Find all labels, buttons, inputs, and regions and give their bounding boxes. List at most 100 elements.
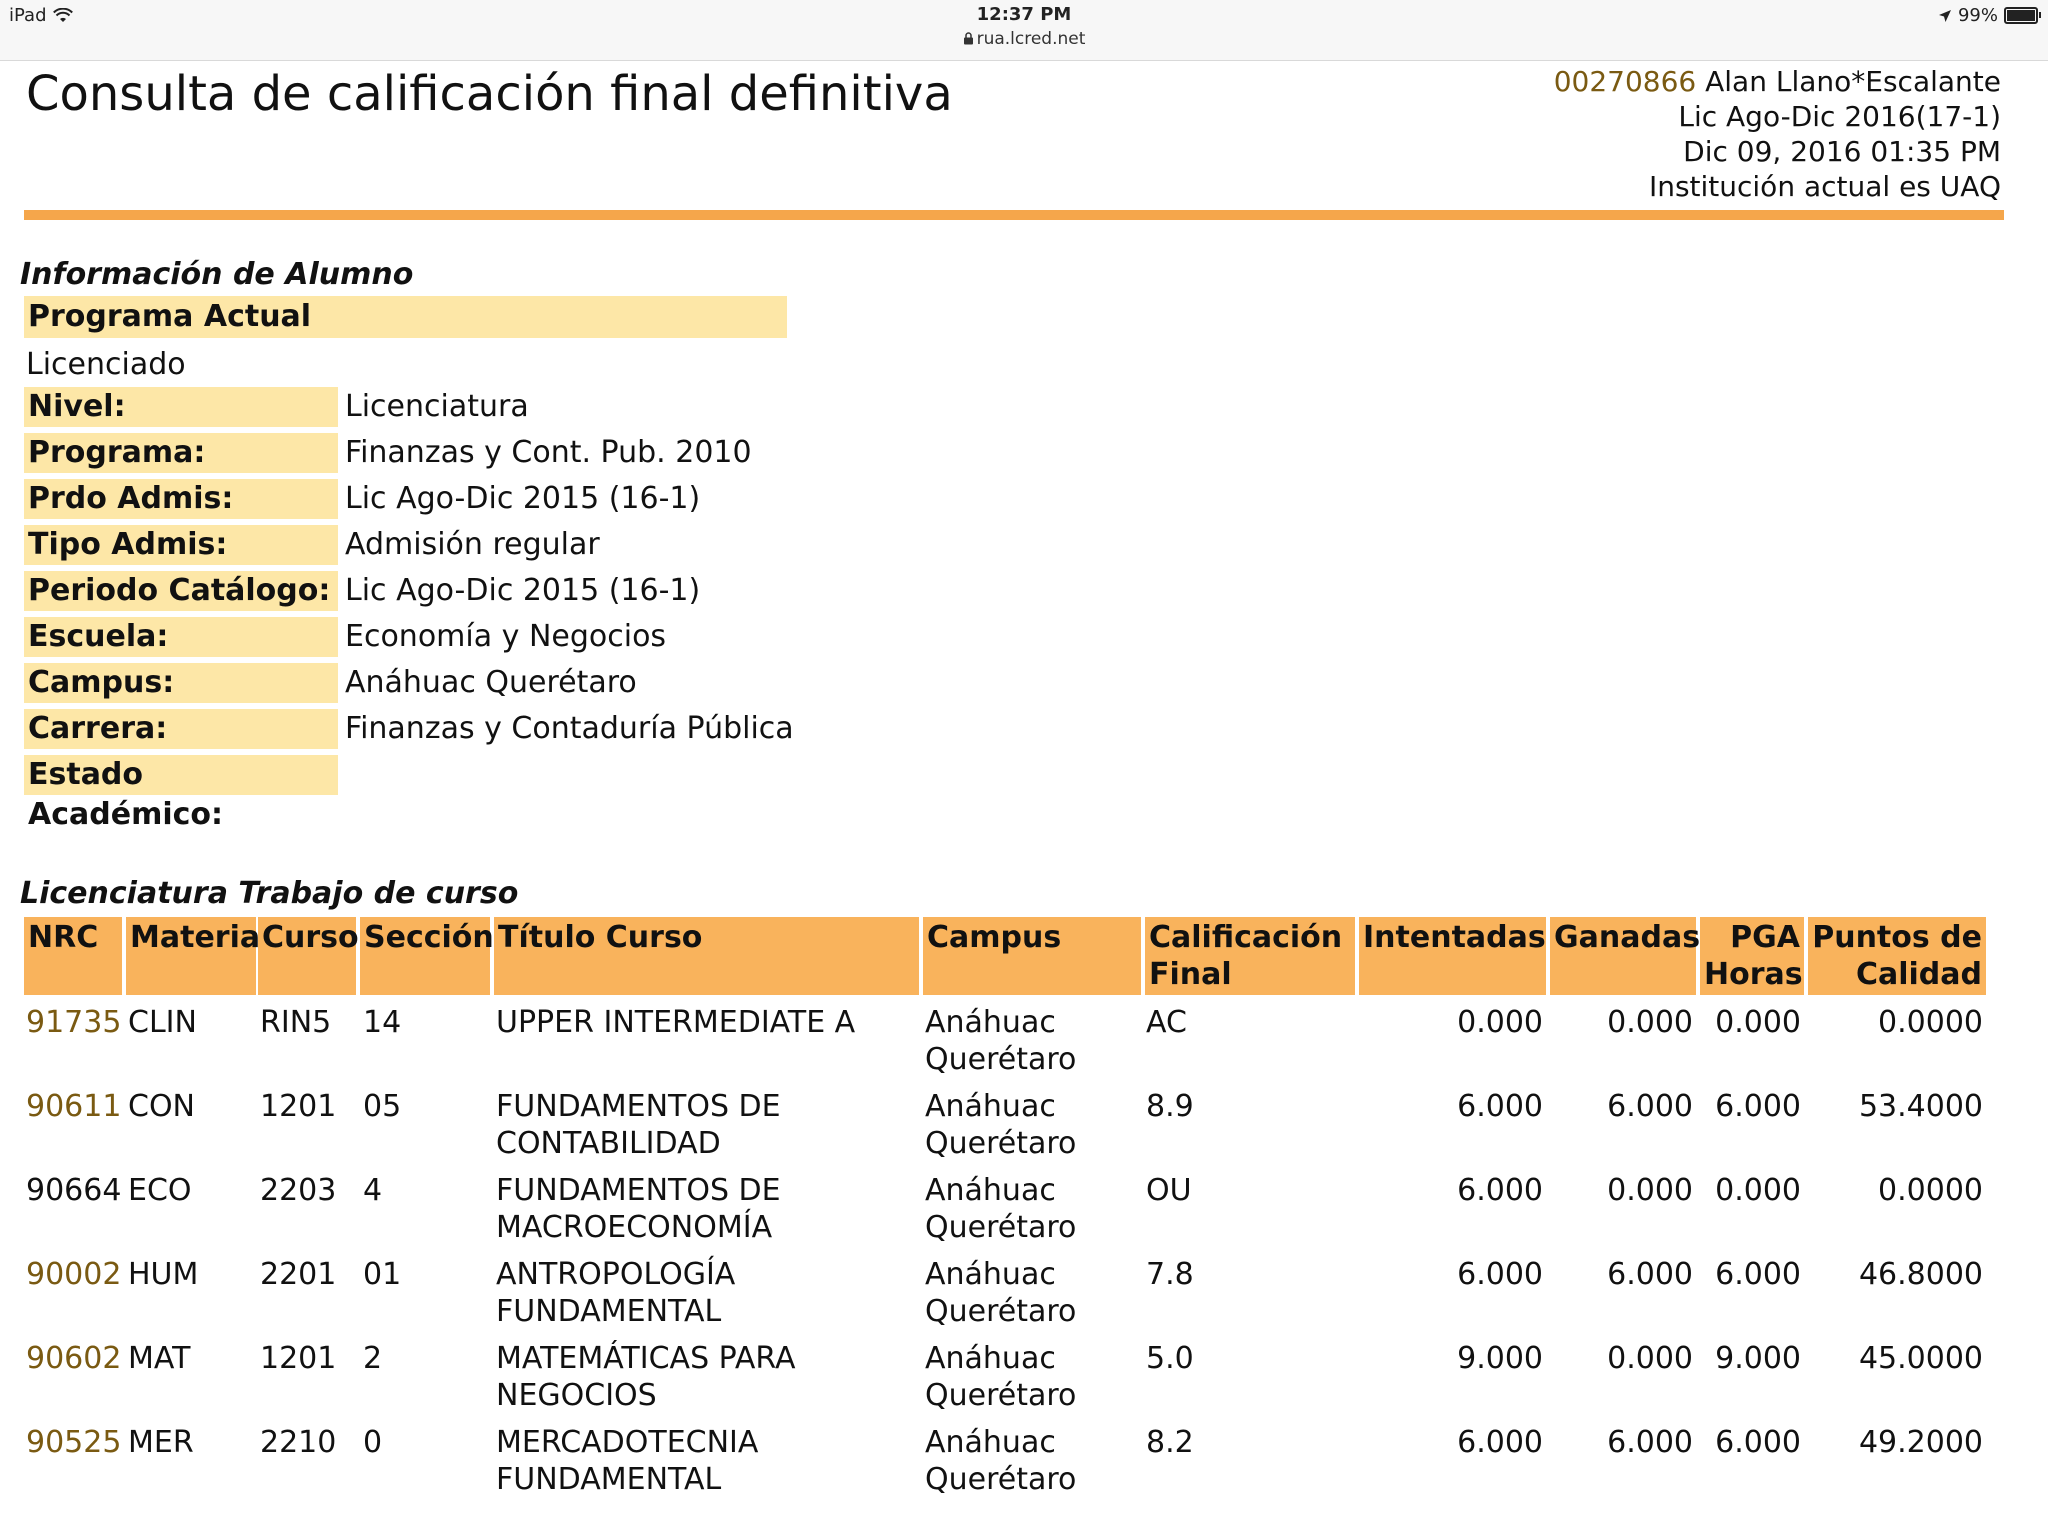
cell-titulo-line1: MATEMÁTICAS PARA: [496, 1341, 796, 1376]
nrc-link[interactable]: 90002: [26, 1256, 122, 1293]
address-bar[interactable]: rua.lcred.net: [0, 29, 2048, 49]
cell-titulo: FUNDAMENTOS DE CONTABILIDAD: [496, 1088, 916, 1162]
cell-titulo: UPPER INTERMEDIATE A: [496, 1004, 916, 1041]
cell-curso: 2203: [260, 1173, 337, 1208]
cell-campus-line1: Anáhuac: [925, 1341, 1056, 1376]
cell-intentadas: 0.000: [1457, 1005, 1543, 1040]
cell-seccion: 4: [363, 1173, 383, 1208]
cell-calificacion: 7.8: [1146, 1257, 1194, 1292]
cell-campus-line1: Anáhuac: [925, 1425, 1056, 1460]
cell-nrc: 90664: [26, 1173, 122, 1208]
cell-titulo-line1: ANTROPOLOGÍA: [496, 1257, 736, 1292]
cell-intentadas: 6.000: [1457, 1089, 1543, 1124]
status-right: 99%: [1938, 5, 2041, 26]
cell-campus: Anáhuac Querétaro: [925, 1004, 1141, 1078]
nrc-link[interactable]: 91735: [26, 1004, 122, 1041]
cell-puntos: 45.0000: [1858, 1341, 1983, 1376]
cell-puntos: 49.2000: [1858, 1425, 1983, 1460]
student-id: 00270866: [1553, 65, 1697, 98]
header-divider: [24, 210, 2004, 220]
cell-titulo-line1: FUNDAMENTOS DE: [496, 1089, 781, 1124]
institution-label: Institución actual es UAQ: [1648, 170, 2001, 203]
nrc-link[interactable]: 90611: [26, 1088, 122, 1125]
label-prdo-admis: Prdo Admis:: [24, 479, 338, 519]
cell-materia: HUM: [128, 1257, 199, 1292]
cell-curso: RIN5: [260, 1005, 332, 1040]
cell-campus-line2: Querétaro: [925, 1294, 1077, 1329]
label-tipo-admis: Tipo Admis:: [24, 525, 338, 565]
page-title: Consulta de calificación final definitiv…: [26, 66, 953, 122]
cell-materia: MER: [128, 1425, 194, 1460]
cell-campus-line2: Querétaro: [925, 1378, 1077, 1413]
cell-titulo-line1: UPPER INTERMEDIATE A: [496, 1005, 856, 1040]
cell-calificacion: 5.0: [1146, 1341, 1194, 1376]
col-header-campus: Campus: [923, 917, 1141, 995]
cell-calificacion: AC: [1146, 1005, 1187, 1040]
term-label: Lic Ago-Dic 2016(17-1): [1678, 100, 2001, 133]
cell-seccion: 14: [363, 1005, 402, 1040]
cell-titulo: FUNDAMENTOS DE MACROECONOMÍA: [496, 1172, 916, 1246]
col-header-materia: Materia: [126, 917, 260, 995]
cell-materia: ECO: [128, 1173, 192, 1208]
status-bar: iPad 12:37 PM rua.lcred.net 99%: [0, 0, 2048, 61]
nrc-link[interactable]: 90525: [26, 1424, 122, 1461]
cell-campus: Anáhuac Querétaro: [925, 1172, 1141, 1246]
value-periodo-catalogo: Lic Ago-Dic 2015 (16-1): [345, 573, 701, 608]
col-header-nrc: NRC: [24, 917, 122, 995]
cell-campus: Anáhuac Querétaro: [925, 1424, 1141, 1498]
col-header-pga: PGA Horas: [1700, 917, 1804, 995]
cell-titulo-line2: FUNDAMENTAL: [496, 1462, 722, 1497]
cell-titulo-line2: FUNDAMENTAL: [496, 1294, 722, 1329]
cell-campus-line2: Querétaro: [925, 1210, 1077, 1245]
cell-titulo-line1: MERCADOTECNIA: [496, 1425, 759, 1460]
cell-calificacion: OU: [1146, 1173, 1192, 1208]
value-campus: Anáhuac Querétaro: [345, 665, 637, 700]
cell-puntos: 0.0000: [1878, 1005, 1983, 1040]
url-text: rua.lcred.net: [976, 29, 1086, 49]
cell-intentadas: 6.000: [1457, 1173, 1543, 1208]
cell-materia: CLIN: [128, 1005, 197, 1040]
student-info-title: Información de Alumno: [20, 257, 414, 292]
col-header-titulo: Título Curso: [494, 917, 919, 995]
battery-percent: 99%: [1957, 5, 1998, 26]
cell-puntos: 53.4000: [1858, 1089, 1983, 1124]
status-center: 12:37 PM rua.lcred.net: [0, 4, 2048, 49]
cell-campus-line1: Anáhuac: [925, 1173, 1056, 1208]
value-nivel: Licenciatura: [345, 389, 529, 424]
cell-intentadas: 6.000: [1457, 1257, 1543, 1292]
cell-seccion: 0: [363, 1425, 383, 1460]
label-carrera: Carrera:: [24, 709, 338, 749]
cell-intentadas: 6.000: [1457, 1425, 1543, 1460]
value-prdo-admis: Lic Ago-Dic 2015 (16-1): [345, 481, 701, 516]
col-header-calificacion: Calificación Final: [1145, 917, 1355, 995]
label-campus: Campus:: [24, 663, 338, 703]
program-value: Licenciado: [26, 347, 186, 382]
cell-puntos: 0.0000: [1878, 1173, 1983, 1208]
calificacion-header-line2: Final: [1149, 957, 1232, 992]
clock: 12:37 PM: [976, 4, 1072, 25]
cell-ganadas: 6.000: [1607, 1425, 1693, 1460]
cell-campus-line1: Anáhuac: [925, 1257, 1056, 1292]
cell-seccion: 01: [363, 1257, 402, 1292]
cell-ganadas: 0.000: [1607, 1341, 1693, 1376]
col-header-puntos: Puntos de Calidad: [1808, 917, 1986, 995]
location-arrow-icon: [1938, 9, 1951, 22]
cell-titulo-line1: FUNDAMENTOS DE: [496, 1173, 781, 1208]
nrc-link[interactable]: 90602: [26, 1340, 122, 1377]
cell-campus-line2: Querétaro: [925, 1462, 1077, 1497]
lock-icon: [963, 32, 973, 45]
puntos-header-line1: Puntos de: [1812, 920, 1982, 955]
program-header: Programa Actual: [24, 296, 787, 338]
cell-materia: MAT: [128, 1341, 191, 1376]
cell-seccion: 2: [363, 1341, 383, 1376]
value-tipo-admis: Admisión regular: [345, 527, 600, 562]
cell-titulo-line2: MACROECONOMÍA: [496, 1210, 773, 1245]
cell-ganadas: 6.000: [1607, 1089, 1693, 1124]
cell-calificacion: 8.2: [1146, 1425, 1194, 1460]
cell-campus: Anáhuac Querétaro: [925, 1256, 1141, 1330]
cell-titulo: ANTROPOLOGÍA FUNDAMENTAL: [496, 1256, 916, 1330]
cell-campus-line2: Querétaro: [925, 1126, 1077, 1161]
coursework-title: Licenciatura Trabajo de curso: [20, 876, 519, 911]
cell-campus-line2: Querétaro: [925, 1042, 1077, 1077]
cell-ganadas: 0.000: [1607, 1005, 1693, 1040]
